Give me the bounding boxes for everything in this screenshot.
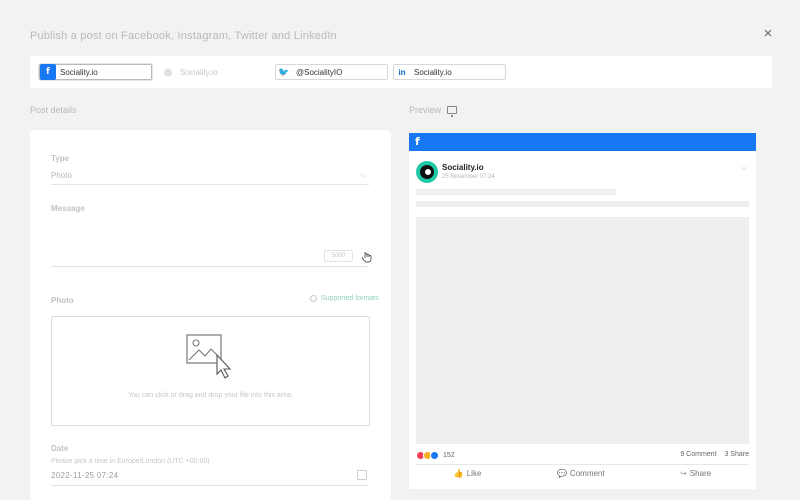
date-label: Date [51,444,69,453]
supported-formats-label: Supported formats [321,295,379,302]
text-placeholder [416,189,616,195]
share-icon: ↪ [680,469,687,478]
account-twitter[interactable]: 🐦 @SocialityIO [275,64,388,80]
image-upload-icon [186,334,232,379]
reaction-count: 152 [443,452,455,459]
account-linkedin[interactable]: in Sociality.io [393,64,506,80]
type-divider [51,184,369,185]
instagram-icon: ◎ [164,66,172,77]
preview-page-name: Sociality.io [442,163,484,172]
chevron-down-icon[interactable]: ⌵ [360,170,366,180]
preview-post-time: 25 November 07:24 [442,174,495,180]
account-selector-bar: f Sociality.io ◎ Sociality.io 🐦 @Sociali… [30,56,772,88]
avatar [416,161,438,183]
facebook-icon: f [40,64,56,80]
action-divider [416,464,749,465]
message-label: Message [51,204,85,213]
comment-icon: 💬 [556,469,567,478]
account-twitter-label: @SocialityIO [296,67,343,77]
text-placeholder [416,201,749,207]
preview-post-card: Sociality.io 25 November 07:24 ⌵ 152 9 C… [409,151,756,489]
media-placeholder [416,217,749,444]
photo-label: Photo [51,296,74,305]
modal-title: Publish a post on Facebook, Instagram, T… [30,30,337,42]
date-divider [51,485,369,486]
type-label: Type [51,154,70,163]
type-select[interactable]: Photo [51,171,72,180]
facebook-icon: f [415,135,420,148]
reactions-summary: 152 [416,451,455,460]
linkedin-icon: in [398,67,406,77]
facebook-preview-bar: f [409,133,756,151]
photo-dropzone[interactable]: You can click or drag and drop your file… [51,316,370,426]
close-icon[interactable]: × [760,26,776,42]
preview-section-title: Preview [409,105,442,115]
like-button[interactable]: 👍 Like [454,469,482,478]
like-label: Like [466,469,482,478]
account-instagram-label: Sociality.io [180,67,218,77]
share-label: Share [689,469,712,478]
character-counter: 5000 [324,250,353,262]
like-reaction-icon [430,451,439,460]
post-options-chevron-icon: ⌵ [741,163,748,172]
comment-count: 9 Comment [680,451,717,458]
comment-button[interactable]: 💬 Comment [557,469,605,478]
post-actions: 👍 Like 💬 Comment ↪ Share [416,469,749,478]
date-input[interactable]: 2022-11-25 07:24 [51,471,118,480]
account-facebook[interactable]: f Sociality.io [39,64,152,80]
editor-section-title: Post details [30,105,77,115]
share-count: 3 Share [724,451,749,458]
post-editor-panel: Type Photo ⌵ Message 5000 Photo Supporte… [30,130,391,500]
account-linkedin-label: Sociality.io [414,67,452,77]
emoji-picker-icon[interactable] [360,249,374,263]
twitter-icon: 🐦 [278,66,290,77]
share-button[interactable]: ↪ Share [680,469,711,478]
message-textarea[interactable] [51,218,351,262]
account-facebook-label: Sociality.io [60,67,98,77]
dropzone-hint: You can click or drag and drop your file… [128,392,293,399]
preview-header: Preview [409,105,458,117]
timezone-hint: Please pick a time in Europe/London (UTC… [51,458,210,465]
thumbs-up-icon: 👍 [453,469,464,478]
supported-formats-link[interactable]: Supported formats [310,295,379,302]
comment-label: Comment [569,469,605,478]
calendar-icon[interactable] [357,470,367,480]
message-divider [51,266,369,267]
engagement-counts: 9 Comment 3 Share [680,451,749,458]
desktop-preview-icon[interactable] [447,106,458,117]
facebook-post-preview: f Sociality.io 25 November 07:24 ⌵ 152 9… [409,133,756,489]
info-icon [310,295,317,302]
account-instagram[interactable]: ◎ Sociality.io [160,64,250,80]
